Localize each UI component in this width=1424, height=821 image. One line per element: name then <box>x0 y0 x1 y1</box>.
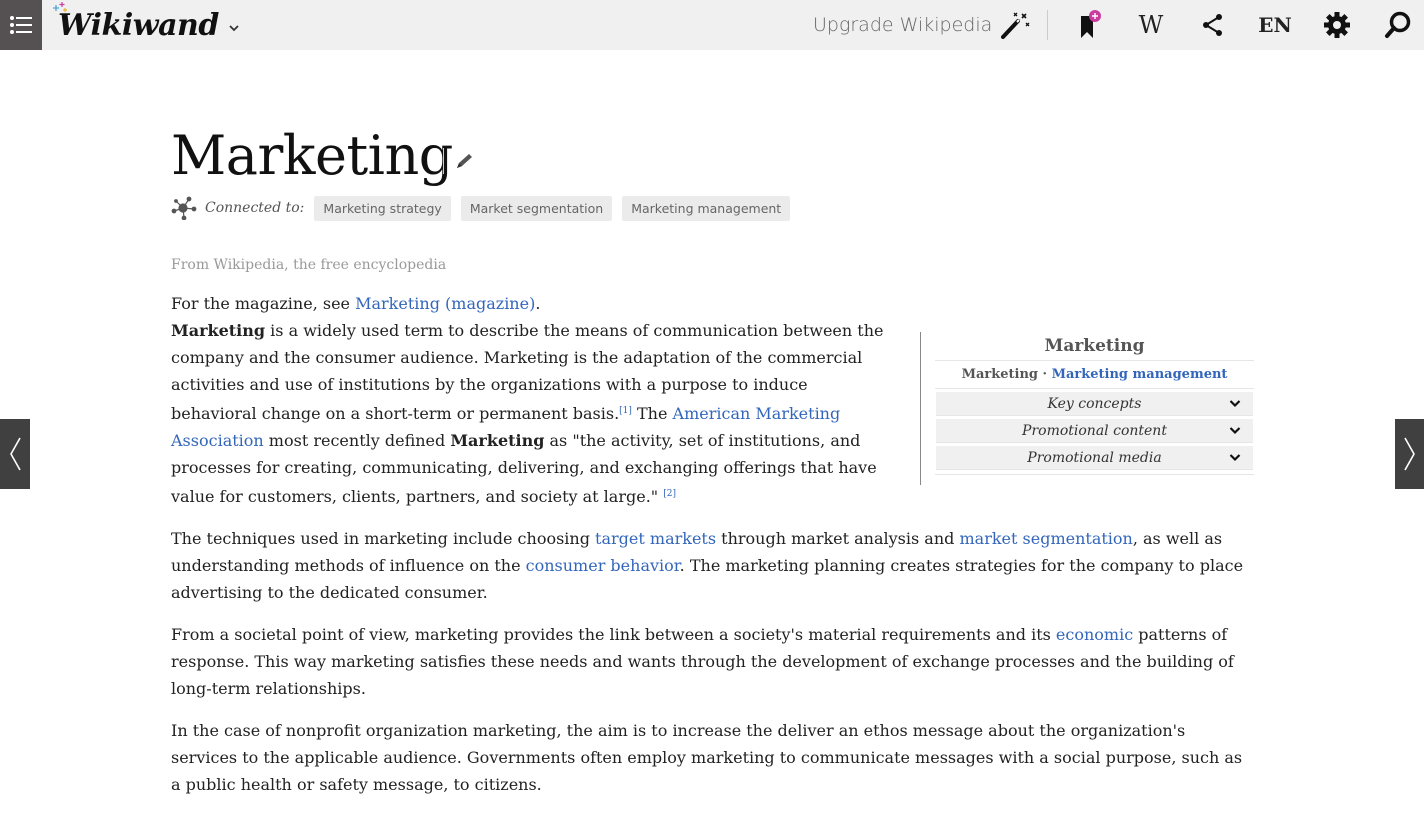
share-icon <box>1203 14 1222 36</box>
hatnote-suffix: . <box>535 294 541 313</box>
text: The techniques used in marketing include… <box>171 529 596 548</box>
hatnote: For the magazine, see Marketing (magazin… <box>171 290 1254 317</box>
reference-link[interactable]: [2] <box>663 489 676 499</box>
next-arrow-button[interactable] <box>1395 419 1424 489</box>
text: From a societal point of view, marketing… <box>171 625 1056 644</box>
infobox-subtitle: Marketing · Marketing management <box>935 361 1254 389</box>
page-title: Marketing <box>171 124 453 187</box>
gear-icon <box>1324 12 1350 38</box>
paragraph: In the case of nonprofit organization ma… <box>171 721 1243 794</box>
previous-arrow-button[interactable] <box>0 419 30 489</box>
infobox-title: Marketing <box>935 332 1254 361</box>
hatnote-text: For the magazine, see <box>171 294 356 313</box>
list-icon <box>10 16 32 34</box>
infobox-section-label: Promotional media <box>1027 450 1162 466</box>
wikipedia-icon: W <box>1138 11 1164 39</box>
text: The <box>631 404 673 423</box>
upgrade-wikipedia-button[interactable]: Upgrade Wikipedia <box>813 0 1032 50</box>
language-label: EN <box>1258 13 1292 37</box>
hatnote-link[interactable]: Marketing (magazine) <box>355 294 535 313</box>
infobox-section-promotional-media[interactable]: Promotional media <box>936 446 1253 470</box>
bold-term: Marketing <box>171 321 266 340</box>
chevron-down-icon <box>1229 427 1241 435</box>
infobox-section-promotional-content[interactable]: Promotional content <box>936 419 1253 443</box>
from-wikipedia-note: From Wikipedia, the free encyclopedia <box>171 257 447 273</box>
infobox-bottom-rule <box>935 474 1254 475</box>
title-divider <box>443 148 444 174</box>
magic-wand-icon <box>1001 12 1030 39</box>
logo-text: Wikiwand <box>58 7 219 43</box>
share-button[interactable] <box>1188 0 1238 50</box>
article-link[interactable]: market segmentation <box>959 529 1132 548</box>
bookmark-add-icon <box>1081 10 1101 38</box>
connected-chip[interactable]: Marketing management <box>622 195 791 221</box>
upgrade-label: Upgrade Wikipedia <box>813 14 993 36</box>
infobox-section-key-concepts[interactable]: Key concepts <box>936 392 1253 416</box>
connected-to-row: Connected to: Marketing strategy Market … <box>171 195 800 221</box>
sparkle-icon <box>53 2 67 12</box>
title-row: Marketing <box>171 120 1254 192</box>
toolbar-divider <box>1047 10 1048 40</box>
chevron-down-icon[interactable] <box>229 24 239 32</box>
wikiwand-logo[interactable]: Wikiwand <box>53 2 239 46</box>
bookmark-button[interactable] <box>1065 0 1115 50</box>
infobox-section-label: Promotional content <box>1022 423 1167 439</box>
chevron-right-icon <box>1403 437 1415 471</box>
infobox-sub-separator: · <box>1038 367 1052 382</box>
infobox-sub-link[interactable]: Marketing management <box>1052 367 1228 382</box>
search-button[interactable] <box>1373 0 1423 50</box>
article-link[interactable]: target markets <box>595 529 716 548</box>
wikipedia-button[interactable]: W <box>1126 0 1176 50</box>
chevron-down-icon <box>1229 400 1241 408</box>
connected-chip[interactable]: Market segmentation <box>460 195 613 221</box>
infobox-sub-plain: Marketing <box>961 367 1038 382</box>
paragraph: From a societal point of view, marketing… <box>171 621 1254 702</box>
connected-chip[interactable]: Marketing strategy <box>314 195 451 221</box>
article-link[interactable]: economic <box>1056 625 1133 644</box>
infobox-section-label: Key concepts <box>1047 396 1142 412</box>
reference-link[interactable]: [1] <box>619 406 632 416</box>
infobox: Marketing Marketing · Marketing manageme… <box>920 332 1254 485</box>
top-bar: Wikiwand Upgrade Wikipedia W EN <box>0 0 1424 50</box>
text: through market analysis and <box>716 529 960 548</box>
text: most recently defined <box>263 431 451 450</box>
search-icon <box>1385 11 1411 38</box>
network-icon <box>171 196 197 220</box>
chevron-down-icon <box>1229 454 1241 462</box>
article-body: For the magazine, see Marketing (magazin… <box>171 290 1254 813</box>
paragraph: The techniques used in marketing include… <box>171 525 1254 606</box>
connected-to-label: Connected to: <box>205 200 305 216</box>
chevron-left-icon <box>10 437 21 471</box>
pencil-icon[interactable] <box>455 152 475 170</box>
language-button[interactable]: EN <box>1250 0 1300 50</box>
bold-term: Marketing <box>450 431 545 450</box>
table-of-contents-button[interactable] <box>0 0 42 50</box>
settings-button[interactable] <box>1312 0 1362 50</box>
article-link[interactable]: consumer behavior <box>526 556 680 575</box>
article: Marketing Connected to: Marketing strate… <box>171 120 1254 794</box>
